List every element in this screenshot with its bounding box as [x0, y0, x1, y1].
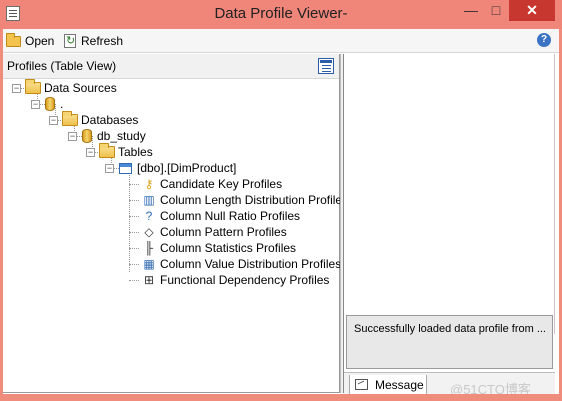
tree-node-functional-dependency-profiles[interactable]: ⊞ Functional Dependency Profiles: [141, 272, 329, 288]
status-message: Successfully loaded data profile from ..…: [354, 323, 546, 335]
profiles-pane-header: Profiles (Table View): [3, 54, 339, 79]
tree-node-column-length-distribution-profiles[interactable]: ▥ Column Length Distribution Profiles: [141, 192, 348, 208]
help-icon[interactable]: ?: [537, 33, 551, 47]
open-folder-icon: [6, 32, 21, 47]
profiles-pane: Profiles (Table View) − Data Sources − .…: [3, 54, 348, 393]
tree-node-data-sources[interactable]: − Data Sources: [12, 79, 117, 96]
folder-icon: [99, 143, 115, 158]
tree-label: .: [60, 97, 64, 111]
collapse-icon[interactable]: −: [31, 100, 40, 109]
tree-label: Column Pattern Profiles: [160, 225, 287, 239]
collapse-icon[interactable]: −: [105, 164, 114, 173]
bar-chart-icon: ▥: [143, 193, 155, 207]
open-button[interactable]: Open: [6, 32, 54, 50]
tree-node-column-statistics-profiles[interactable]: ╟ Column Statistics Profiles: [141, 240, 296, 256]
tree-label: Databases: [81, 113, 139, 127]
tree-guide: [129, 280, 139, 281]
tree-guide: [129, 184, 139, 185]
tree-node-db-study[interactable]: − db_study: [68, 128, 146, 144]
maximize-button[interactable]: □: [484, 0, 508, 21]
tree-node-column-value-distribution-profiles[interactable]: ▦ Column Value Distribution Profiles: [141, 256, 341, 272]
tree-label: Column Statistics Profiles: [160, 241, 297, 255]
tree-guide: [129, 216, 139, 217]
folder-icon: [62, 111, 78, 126]
collapse-icon[interactable]: −: [12, 84, 21, 93]
table-view-icon[interactable]: [318, 58, 334, 74]
tree-label: Column Value Distribution Profiles: [160, 257, 342, 271]
tree-guide: [129, 264, 139, 265]
profiles-tree[interactable]: − Data Sources − . − Databases − db_stud…: [3, 79, 348, 393]
tree-guide: [129, 232, 139, 233]
tree-node-tables[interactable]: − Tables: [86, 143, 153, 160]
database-icon: [82, 129, 92, 143]
tree-node-databases[interactable]: − Databases: [49, 111, 139, 128]
tree-label: Column Null Ratio Profiles: [160, 209, 301, 223]
pattern-icon: ◇: [144, 225, 154, 239]
open-label: Open: [25, 34, 55, 48]
tab-message[interactable]: Message: [349, 375, 427, 395]
window-title-bar[interactable]: Data Profile Viewer- — □ ✕: [0, 0, 562, 29]
statistics-icon: ╟: [144, 241, 154, 255]
key-icon: ⚷: [144, 177, 154, 191]
tree-label: [dbo].[DimProduct]: [137, 161, 237, 175]
toolbar: Open Refresh ?: [3, 29, 559, 53]
collapse-icon[interactable]: −: [49, 116, 58, 125]
message-panel[interactable]: Successfully loaded data profile from ..…: [346, 315, 553, 369]
tree-node-dimproduct[interactable]: − [dbo].[DimProduct]: [105, 160, 236, 176]
right-pane-border: [554, 54, 555, 334]
refresh-button[interactable]: Refresh: [64, 32, 123, 50]
null-ratio-icon: ?: [145, 209, 153, 223]
profiles-pane-title: Profiles (Table View): [7, 59, 117, 73]
message-icon: [355, 379, 368, 390]
window-client-area: Open Refresh ? Profiles (Table View): [3, 29, 559, 399]
refresh-icon: [64, 34, 76, 48]
tree-guide: [129, 248, 139, 249]
tree-label: Candidate Key Profiles: [160, 177, 283, 191]
refresh-label: Refresh: [81, 34, 124, 48]
collapse-icon[interactable]: −: [86, 148, 95, 157]
close-button[interactable]: ✕: [509, 0, 555, 21]
tree-node-candidate-key-profiles[interactable]: ⚷ Candidate Key Profiles: [141, 176, 282, 192]
tree-label: Tables: [118, 145, 153, 159]
distribution-icon: ▦: [143, 257, 155, 271]
dependency-icon: ⊞: [143, 273, 155, 287]
table-icon: [119, 162, 132, 174]
database-icon: [45, 97, 55, 111]
collapse-icon[interactable]: −: [68, 132, 77, 141]
tree-guide: [129, 200, 139, 201]
tree-label: Data Sources: [44, 81, 117, 95]
tab-label: Message: [375, 377, 424, 392]
details-pane: Successfully loaded data profile from ..…: [344, 54, 556, 399]
tree-label: db_study: [97, 129, 146, 143]
minimize-button[interactable]: —: [458, 0, 484, 21]
tree-label: Functional Dependency Profiles: [160, 273, 330, 287]
window-bottom-border: [0, 394, 562, 401]
tree-node-column-pattern-profiles[interactable]: ◇ Column Pattern Profiles: [141, 224, 287, 240]
tree-node-column-null-ratio-profiles[interactable]: ? Column Null Ratio Profiles: [141, 208, 300, 224]
tree-label: Column Length Distribution Profiles: [160, 193, 349, 207]
tree-node-server[interactable]: − .: [31, 96, 63, 112]
folder-icon: [25, 79, 41, 94]
